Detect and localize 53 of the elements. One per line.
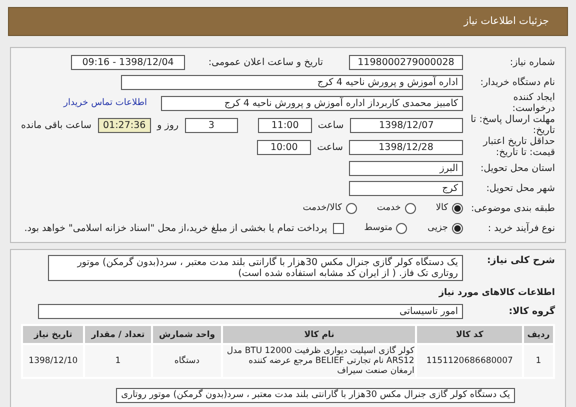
table-cell: کولر گازی اسپلیت دیواری ظرفیت 12000 BTU مدل ARS12 نام تجارتی BELIEF مرجع عرضه کننده ارمغان صنعت سیراف: [223, 345, 416, 377]
days-field: 3: [184, 118, 238, 132]
field-label: مهلت ارسال پاسخ: تا تاریخ:: [470, 114, 555, 136]
description-field: یک دستگاه کولر گازی جنرال مکس 30هزار با گارانتی بلند مدت معتبر ، سرد(بدون گرمکن) موتور روتاری: [116, 388, 515, 402]
validity-date-field: 1398/12/28: [349, 140, 463, 154]
field-label: شهر محل تحویل:: [485, 182, 555, 194]
table-cell: دستگاه: [152, 345, 222, 377]
treasury-label: پرداخت تمام یا بخشی از مبلغ خرید،از محل "اسناد خزانه اسلامی" خواهد بود.: [24, 222, 328, 234]
buyer-contact-link[interactable]: اطلاعات تماس خریدار: [64, 98, 147, 108]
field-label: طبقه بندی موضوعی:: [470, 202, 555, 214]
field-label: حداقل تاریخ اعتبار قیمت: تا تاریخ:: [482, 136, 555, 158]
province-field: البرز: [349, 160, 463, 176]
treasury-checkbox[interactable]: [333, 222, 344, 234]
column-header: ردیف: [524, 326, 553, 343]
column-header: تعداد / مقدار: [85, 326, 151, 343]
buyer-field: اداره آموزش و پرورش ناحیه 4 کرج: [121, 74, 463, 90]
column-header: واحد شمارش: [152, 326, 222, 343]
deadline-time-field: 11:00: [258, 118, 312, 132]
field-label: شماره نیاز:: [508, 56, 555, 68]
validity-time-field: 10:00: [257, 140, 312, 154]
category-radio[interactable]: خدمت: [376, 202, 416, 214]
table-cell: 1398/12/10: [23, 345, 84, 377]
field-label: نام دستگاه خریدار:: [479, 76, 555, 88]
category-radio[interactable]: کالا: [436, 202, 463, 214]
field-label: گروه کالا:: [508, 306, 555, 316]
time-label: ساعت: [317, 142, 343, 152]
field-label: تاریخ و ساعت اعلان عمومی:: [207, 56, 323, 68]
field-label: نوع فرآیند خرید :: [486, 222, 555, 234]
table-cell: 1: [524, 345, 553, 377]
column-header: نام کالا: [223, 326, 416, 343]
announce-date-field: 1398/12/04 - 09:16: [71, 54, 185, 70]
need-number-field: 1198000279000028: [349, 54, 463, 70]
column-header: کد کالا: [417, 326, 522, 343]
purchase-type-radio[interactable]: متوسط: [364, 222, 408, 234]
category-radio[interactable]: کالا/خدمت: [302, 202, 357, 214]
section-title: اطلاعات کالاهای مورد نیاز: [438, 288, 555, 298]
column-header: تاریخ نیاز: [23, 326, 84, 343]
field-label: شرح کلی نیاز:: [486, 255, 555, 266]
deadline-date-field: 1398/12/07: [350, 118, 463, 132]
description-field: یک دستگاه کولر گازی جنرال مکس 30هزار با گارانتی بلند مدت معتبر ، سرد(بدون گرمکن) موتور روتاری تک فاز. ( از ایران کد مشابه استفاده شده است): [48, 255, 463, 281]
remaining-label: ساعت باقی مانده: [21, 120, 92, 130]
city-field: کرج: [349, 180, 463, 196]
field-label: ایجاد کننده درخواست:: [511, 92, 555, 114]
remaining-time-field: 01:27:36: [98, 118, 152, 132]
table-cell: 1151120686680007: [417, 345, 522, 377]
time-label: ساعت: [318, 120, 344, 130]
table-cell: 1: [85, 345, 151, 377]
requester-field: کامبیز محمدی کاربرداز اداره آموزش و پرورش ناحیه 4 کرج: [161, 96, 463, 110]
days-label: روز و: [157, 120, 179, 130]
goods-group-field: امور تاسیساتی: [38, 304, 463, 318]
purchase-type-radio[interactable]: جزیی: [427, 222, 463, 234]
header-title: جزئیات اطلاعات نیاز: [464, 16, 549, 27]
field-label: استان محل تحویل:: [479, 162, 555, 174]
